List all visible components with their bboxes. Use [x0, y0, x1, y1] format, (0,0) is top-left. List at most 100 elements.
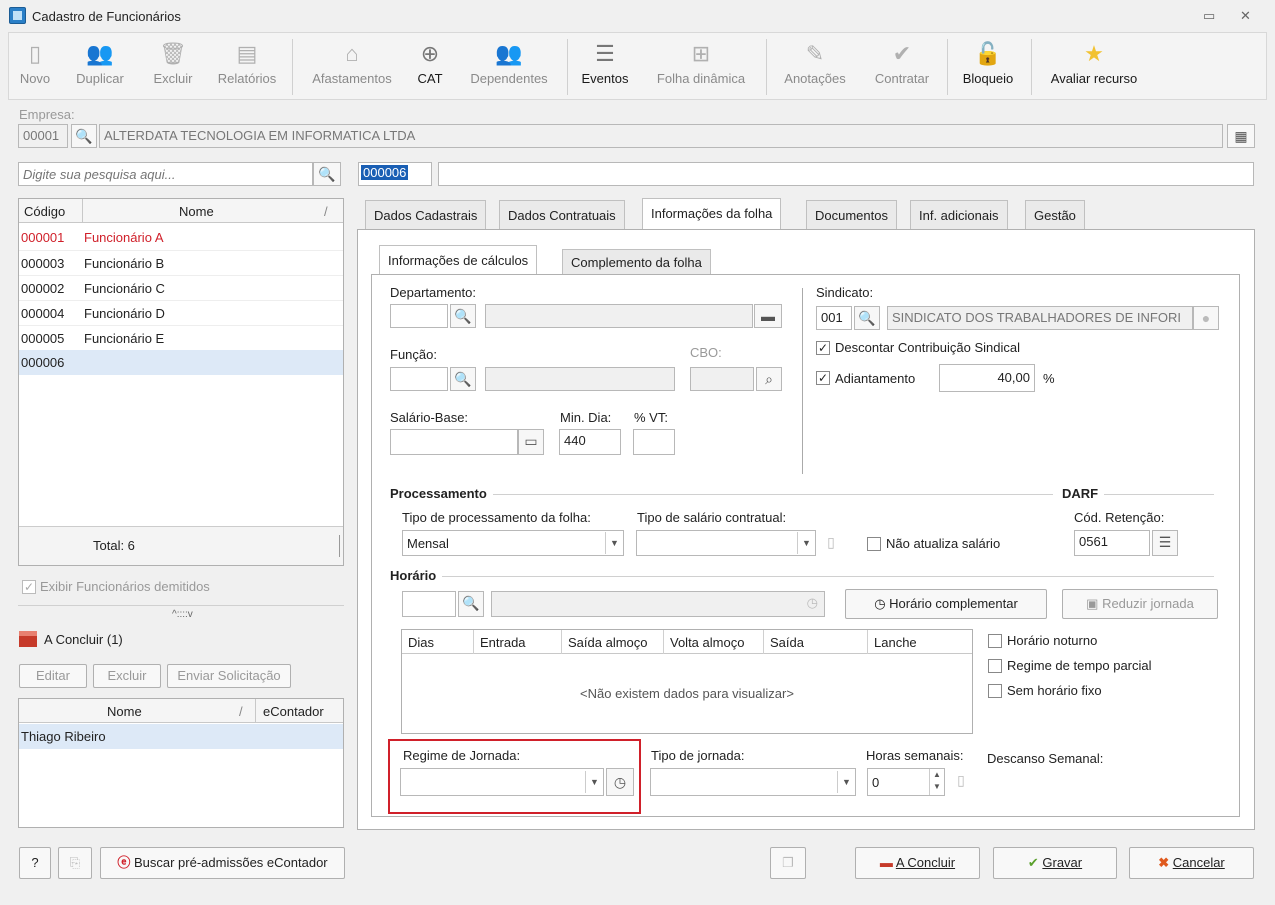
clock-add-icon[interactable]: ◷ [606, 768, 634, 796]
tipo-salario-select[interactable]: ▼ [636, 530, 816, 556]
chevron-down-icon[interactable]: ▼ [585, 771, 603, 793]
cancelar-button[interactable]: ✖ Cancelar [1129, 847, 1254, 879]
chevron-down-icon[interactable]: ▼ [797, 532, 815, 554]
table-row[interactable]: 000006 [19, 350, 343, 375]
funcao-code-field[interactable] [390, 367, 448, 391]
employee-code-field[interactable]: 000006 [358, 162, 432, 186]
col-econtador-header[interactable]: eContador [263, 704, 324, 719]
col-saida-header[interactable]: Saída [764, 630, 868, 654]
search-icon[interactable]: 🔍 [71, 124, 97, 148]
vt-field[interactable] [633, 429, 675, 455]
add-document-icon[interactable]: ▯ [818, 531, 844, 555]
horario-noturno-checkbox[interactable] [988, 634, 1002, 648]
col-nome-header[interactable]: Nome [107, 704, 142, 719]
attach-button[interactable]: ⎘ [58, 847, 92, 879]
binoculars-icon[interactable]: ⌕ [756, 367, 782, 391]
folha-dinamica-button[interactable]: ⊞ Folha dinâmica [645, 35, 757, 97]
splitter-handle[interactable]: ^::::v [172, 609, 193, 620]
relatorios-button[interactable]: ▤ Relatórios [212, 35, 282, 97]
empresa-name-field[interactable]: ALTERDATA TECNOLOGIA EM INFORMATICA LTDA [99, 124, 1223, 148]
col-dias-header[interactable]: Dias [402, 630, 474, 654]
spinner-arrows-icon[interactable]: ▲ ▼ [929, 769, 944, 795]
bloqueio-button[interactable]: 🔓 Bloqueio [955, 35, 1021, 97]
sindicato-code-field[interactable]: 001 [816, 306, 852, 330]
department-icon[interactable]: ▬ [754, 304, 782, 328]
col-name-header[interactable]: Nome [179, 204, 214, 219]
regime-jornada-select[interactable]: ▼ [400, 768, 604, 796]
descontar-checkbox[interactable]: ✓ [816, 341, 830, 355]
calendar-icon[interactable]: ▦ [1227, 124, 1255, 148]
help-button[interactable]: ? [19, 847, 51, 879]
table-row[interactable]: 000003 Funcionário B [19, 250, 343, 275]
contratar-button[interactable]: ✔ Contratar [865, 35, 939, 97]
anotacoes-button[interactable]: ✎ Anotações [775, 35, 855, 97]
cod-retencao-field[interactable]: 0561 [1074, 530, 1150, 556]
a-concluir-button[interactable]: ▬ A Concluir [855, 847, 980, 879]
table-row[interactable]: 000002 Funcionário C [19, 275, 343, 300]
add-document-icon[interactable]: ▯ [948, 769, 974, 793]
exibir-demitidos-checkbox[interactable]: ✓ [22, 580, 36, 594]
cat-button[interactable]: ⊕ CAT [413, 35, 447, 97]
calculator-icon[interactable]: ▭ [518, 429, 544, 455]
editar-button[interactable]: Editar [19, 664, 87, 688]
departamento-name-field[interactable] [485, 304, 753, 328]
horario-complementar-button[interactable]: ◷ Horário complementar [845, 589, 1047, 619]
sindicato-name-field[interactable]: SINDICATO DOS TRABALHADORES DE INFORI [887, 306, 1193, 330]
tab-dados-cadastrais[interactable]: Dados Cadastrais [365, 200, 487, 230]
table-row[interactable]: 000004 Funcionário D [19, 300, 343, 325]
horario-name-field[interactable]: ◷ [491, 591, 825, 617]
table-row[interactable]: 000001 Funcionário A [19, 225, 343, 250]
cbo-field[interactable] [690, 367, 754, 391]
tipo-jornada-select[interactable]: ▼ [650, 768, 856, 796]
copy-button[interactable]: ❐ [770, 847, 806, 879]
regime-parcial-checkbox[interactable] [988, 659, 1002, 673]
tab-gestao[interactable]: Gestão [1025, 200, 1085, 230]
horario-code-field[interactable] [402, 591, 456, 617]
tab-inf-adicionais[interactable]: Inf. adicionais [910, 200, 1008, 230]
col-entrada-header[interactable]: Entrada [474, 630, 562, 654]
col-saida-almoco-header[interactable]: Saída almoço [562, 630, 664, 654]
col-volta-almoco-header[interactable]: Volta almoço [664, 630, 764, 654]
subtab-complemento-folha[interactable]: Complemento da folha [562, 249, 711, 275]
search-icon[interactable]: 🔍 [458, 591, 484, 617]
search-icon[interactable]: 🔍 [854, 306, 880, 330]
excluir-button[interactable]: Excluir [93, 664, 161, 688]
buscar-preadmissoes-button[interactable]: ⓔ Buscar pré-admissões eContador [100, 847, 345, 879]
col-code-header[interactable]: Código [24, 204, 65, 219]
enviar-solicitacao-button[interactable]: Enviar Solicitação [167, 664, 291, 688]
adiantamento-field[interactable]: 40,00 [939, 364, 1035, 392]
col-lanche-header[interactable]: Lanche [868, 630, 972, 654]
salario-base-field[interactable] [390, 429, 518, 455]
search-input[interactable] [18, 162, 313, 186]
tipo-processamento-select[interactable]: Mensal ▼ [402, 530, 624, 556]
dependentes-button[interactable]: 👥 Dependentes [461, 35, 557, 97]
sindicato-info-icon[interactable]: ● [1193, 306, 1219, 330]
tab-informacoes-folha[interactable]: Informações da folha [642, 198, 782, 230]
avaliar-recurso-button[interactable]: ★ Avaliar recurso [1039, 35, 1149, 97]
chevron-down-icon[interactable]: ▼ [837, 771, 855, 793]
tab-documentos[interactable]: Documentos [806, 200, 897, 230]
search-icon[interactable]: 🔍 [313, 162, 341, 186]
chevron-down-icon[interactable]: ▼ [605, 532, 623, 554]
eventos-button[interactable]: ☰ Eventos [575, 35, 635, 97]
restore-icon[interactable]: ▭ [1203, 8, 1215, 24]
search-icon[interactable]: 🔍 [450, 367, 476, 391]
search-icon[interactable]: 🔍 [450, 304, 476, 328]
gravar-button[interactable]: ✔ Gravar [993, 847, 1117, 879]
table-row[interactable]: Thiago Ribeiro [19, 724, 343, 749]
adiantamento-checkbox[interactable]: ✓ [816, 371, 830, 385]
excluir-button[interactable]: 🗑 Excluir [147, 35, 199, 97]
subtab-informacoes-calculos[interactable]: Informações de cálculos [379, 245, 538, 275]
min-dia-field[interactable]: 440 [559, 429, 621, 455]
empresa-code-field[interactable]: 00001 [18, 124, 68, 148]
table-row[interactable]: 000005 Funcionário E [19, 325, 343, 350]
afastamentos-button[interactable]: ⌂ Afastamentos [305, 35, 399, 97]
funcao-name-field[interactable] [485, 367, 675, 391]
tab-dados-contratuais[interactable]: Dados Contratuais [499, 200, 625, 230]
close-icon[interactable]: ✕ [1240, 8, 1251, 24]
departamento-code-field[interactable] [390, 304, 448, 328]
reduzir-jornada-button[interactable]: ▣ Reduzir jornada [1062, 589, 1218, 619]
list-icon[interactable]: ☰ [1152, 530, 1178, 556]
nao-atualiza-checkbox[interactable] [867, 537, 881, 551]
duplicar-button[interactable]: 👥 Duplicar [67, 35, 133, 97]
